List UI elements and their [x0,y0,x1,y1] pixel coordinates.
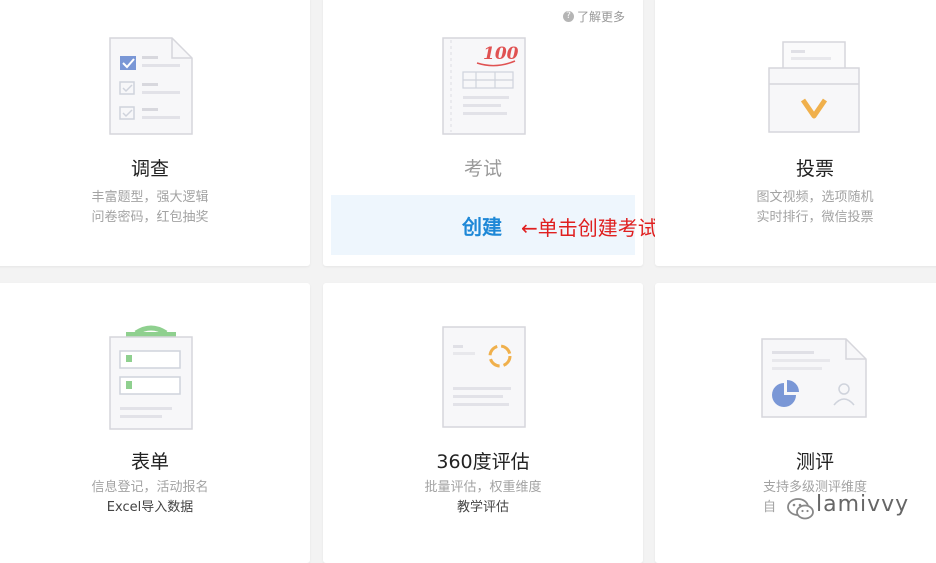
card-desc-line-2: 实时排行，微信投票 [756,210,874,225]
card-survey[interactable]: 调查 丰富题型，强大逻辑 问卷密码，红包抽奖 [0,0,310,266]
assessment-report-icon [761,338,867,418]
card-title: 360度评估 [436,451,530,473]
card-title: 调查 [130,158,169,180]
card-desc-line-1: 信息登记，活动报名 [91,480,209,495]
card-title: 考试 [463,158,502,180]
card-vote[interactable]: 投票 图文视频，选项随机 实时排行，微信投票 [655,0,936,266]
card-assessment[interactable]: 测评 支持多级测评维度 自 [655,283,936,563]
card-desc-line-2: 问卷密码，红包抽奖 [91,210,209,225]
exam-paper-icon: 100 [442,37,526,135]
wechat-watermark-icon [787,498,814,520]
card-desc-line-1: 图文视频，选项随机 [756,190,874,205]
survey-icon [109,37,193,135]
ballot-box-icon [768,41,860,133]
question-icon: ? [562,11,574,22]
create-panel: 创建 ←单击创建考试 [331,195,658,255]
watermark-text: lamivvy [816,492,910,517]
evaluation-report-icon [442,326,526,428]
learn-more-label: 了解更多 [576,10,625,24]
card-title: 测评 [795,451,834,473]
card-exam[interactable]: ? 了解更多 100 考试 创建 ←单击创建考试 [323,0,658,266]
card-desc-line-1: 丰富题型，强大逻辑 [91,190,209,205]
create-exam-button[interactable]: 创建 [462,211,502,240]
annotation-text: ←单击创建考试 [521,216,658,240]
card-360-evaluation[interactable]: 360度评估 批量评估，权重维度 教学评估 [323,283,643,563]
card-desc-line-2: Excel导入数据 [106,500,194,515]
learn-more-link[interactable]: ? 了解更多 [562,8,625,25]
card-title: 表单 [130,451,169,473]
card-form[interactable]: 表单 信息登记，活动报名 Excel导入数据 [0,283,310,563]
card-desc-line-1: 批量评估，权重维度 [424,480,542,495]
card-title: 投票 [795,158,834,180]
card-desc-line-2: 教学评估 [456,500,509,515]
form-clipboard-icon [109,325,193,430]
